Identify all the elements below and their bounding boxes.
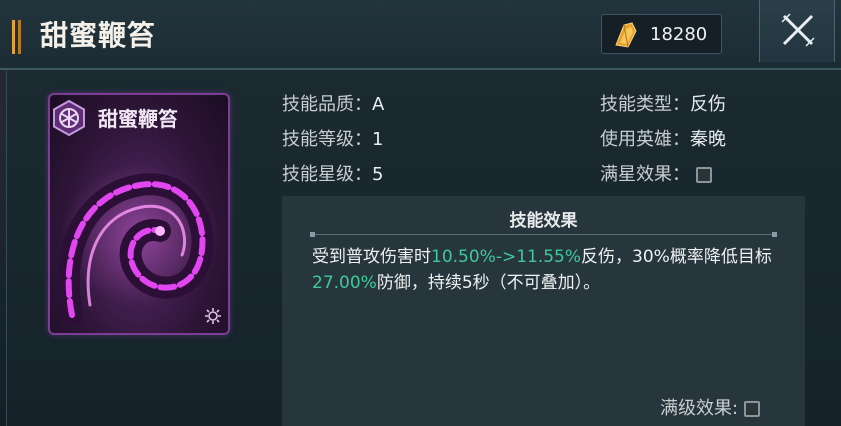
currency-display[interactable]: 18280 [601, 14, 722, 54]
effect-highlight-damage: 10.50%->11.55% [431, 247, 582, 267]
hexagon-emblem-icon [53, 99, 85, 137]
effect-text-part1: 受到普攻伤害时 [312, 247, 431, 267]
skill-effect-box: 技能效果 受到普攻伤害时10.50%->11.55%反伤，30%概率降低目标 27… [282, 196, 805, 426]
stat-level: 技能等级：1 [282, 125, 383, 151]
max-level-effect: 满级效果: [660, 394, 761, 420]
page-title: 甜蜜鞭笞 [40, 19, 157, 52]
stat-type-label: 技能类型： [600, 94, 690, 115]
stat-quality-value: A [372, 94, 385, 115]
title-accent-bars [12, 20, 22, 54]
header-bar: 甜蜜鞭笞 18280 [0, 0, 841, 70]
effect-description: 受到普攻伤害时10.50%->11.55%反伤，30%概率降低目标 27.00%防… [312, 244, 782, 296]
stat-quality: 技能品质：A [282, 90, 384, 116]
stat-star: 技能星级：5 [282, 160, 383, 186]
stat-quality-label: 技能品质： [282, 94, 372, 115]
currency-value: 18280 [650, 24, 708, 45]
stat-hero-label: 使用英雄： [600, 129, 690, 150]
stat-hero-value: 秦晚 [690, 129, 726, 150]
stat-star-label: 技能星级： [282, 164, 372, 185]
stat-hero: 使用英雄：秦晚 [600, 125, 726, 151]
effect-text-part2: 反伤，30%概率降低目标 [581, 247, 772, 267]
effect-highlight-defense: 27.00% [312, 273, 377, 293]
effect-divider [310, 232, 777, 237]
stat-level-value: 1 [372, 129, 384, 150]
max-star-checkbox[interactable] [696, 167, 712, 183]
stat-type: 技能类型：反伤 [600, 90, 726, 116]
stat-type-value: 反伤 [690, 94, 726, 115]
effect-title: 技能效果 [509, 211, 578, 231]
skill-detail-screen: 甜蜜鞭笞 18280 甜蜜鞭笞 技能品质：A 技能等级：1 技能星级：5 技能类… [0, 0, 841, 426]
stat-max-star-label: 满星效果： [600, 164, 690, 185]
close-icon [781, 13, 815, 47]
purple-whip-art [57, 165, 220, 326]
card-title: 甜蜜鞭笞 [98, 107, 178, 131]
max-level-label: 满级效果: [660, 398, 739, 419]
skill-card[interactable]: 甜蜜鞭笞 [48, 93, 230, 335]
effect-text-part3: 防御，持续5秒（不可叠加）。 [376, 273, 601, 293]
close-button[interactable] [759, 0, 835, 62]
stat-level-label: 技能等级： [282, 129, 372, 150]
gear-icon [205, 308, 221, 324]
stat-star-value: 5 [372, 164, 384, 185]
max-level-checkbox[interactable] [744, 401, 761, 417]
stat-max-star: 满星效果： [600, 160, 712, 186]
gold-crystal-icon [615, 22, 637, 48]
